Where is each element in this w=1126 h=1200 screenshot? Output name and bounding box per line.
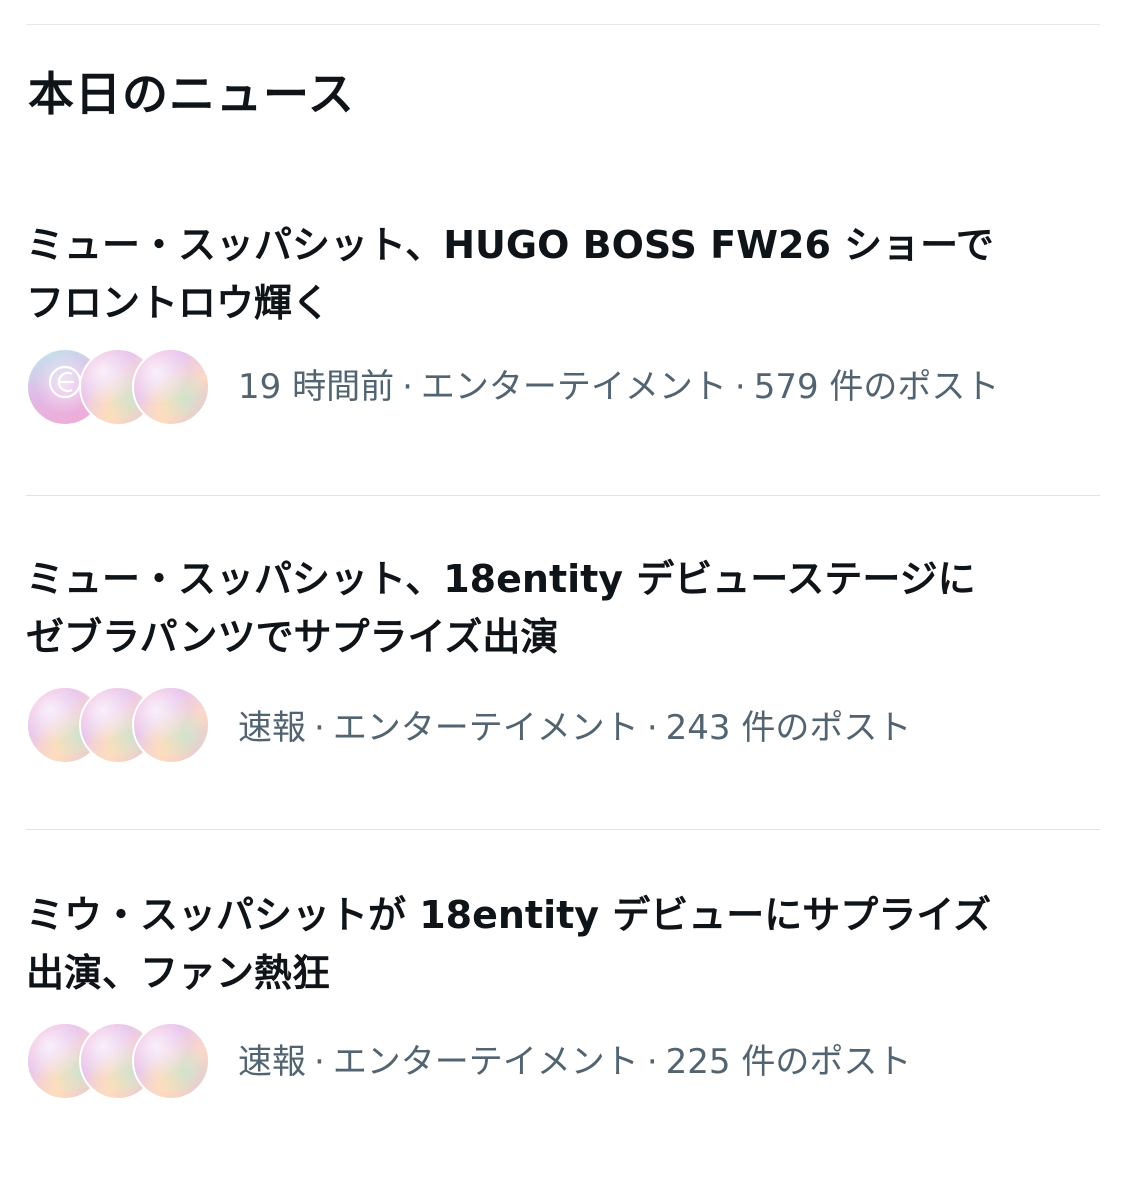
news-headline: ミュー・スッパシット、HUGO BOSS FW26 ショーで フロントロウ輝く (26, 223, 994, 325)
news-item[interactable]: ミュー・スッパシット、18entity デビューステージに ゼブラパンツでサプラ… (0, 550, 1126, 850)
news-category: エンターテイメント (420, 367, 727, 407)
news-item[interactable]: ミウ・スッパシットが 18entity デビューにサプライズ 出演、ファン熱狂 … (0, 886, 1126, 1186)
item-divider (26, 829, 1100, 830)
avatar-stack (26, 346, 216, 428)
news-time: 速報 (238, 708, 306, 748)
top-divider (26, 24, 1100, 25)
news-item[interactable]: ミュー・スッパシット、HUGO BOSS FW26 ショーで フロントロウ輝く … (0, 216, 1126, 516)
news-post-count: 579 件のポスト (753, 367, 1000, 407)
pink-iridescent-avatar (132, 1022, 210, 1100)
news-meta: 速報 · エンターテイメント · 243 件のポスト (238, 702, 911, 754)
news-time: 19 時間前 (238, 367, 395, 407)
news-post-count: 243 件のポスト (665, 708, 912, 748)
meta-separator: · (402, 367, 413, 407)
news-headline: ミュー・スッパシット、18entity デビューステージに ゼブラパンツでサプラ… (26, 557, 976, 659)
meta-separator: · (314, 1042, 325, 1082)
meta-separator: · (646, 1042, 658, 1082)
news-post-count: 225 件のポスト (665, 1042, 912, 1082)
pink-iridescent-avatar (132, 348, 210, 426)
pink-iridescent-avatar (132, 686, 210, 764)
meta-separator: · (646, 708, 658, 748)
avatar-stack (26, 1020, 216, 1102)
meta-separator: · (314, 708, 325, 748)
avatar-stack (26, 684, 216, 766)
news-headline: ミウ・スッパシットが 18entity デビューにサプライズ 出演、ファン熱狂 (26, 893, 992, 995)
news-category: エンターテイメント (332, 708, 639, 748)
news-time: 速報 (238, 1042, 306, 1082)
meta-separator: · (734, 367, 746, 407)
news-meta: 19 時間前 · エンターテイメント · 579 件のポスト (238, 361, 999, 413)
news-meta: 速報 · エンターテイメント · 225 件のポスト (238, 1036, 911, 1088)
section-title: 本日のニュース (28, 67, 355, 121)
news-category: エンターテイメント (332, 1042, 639, 1082)
item-divider (26, 495, 1100, 496)
